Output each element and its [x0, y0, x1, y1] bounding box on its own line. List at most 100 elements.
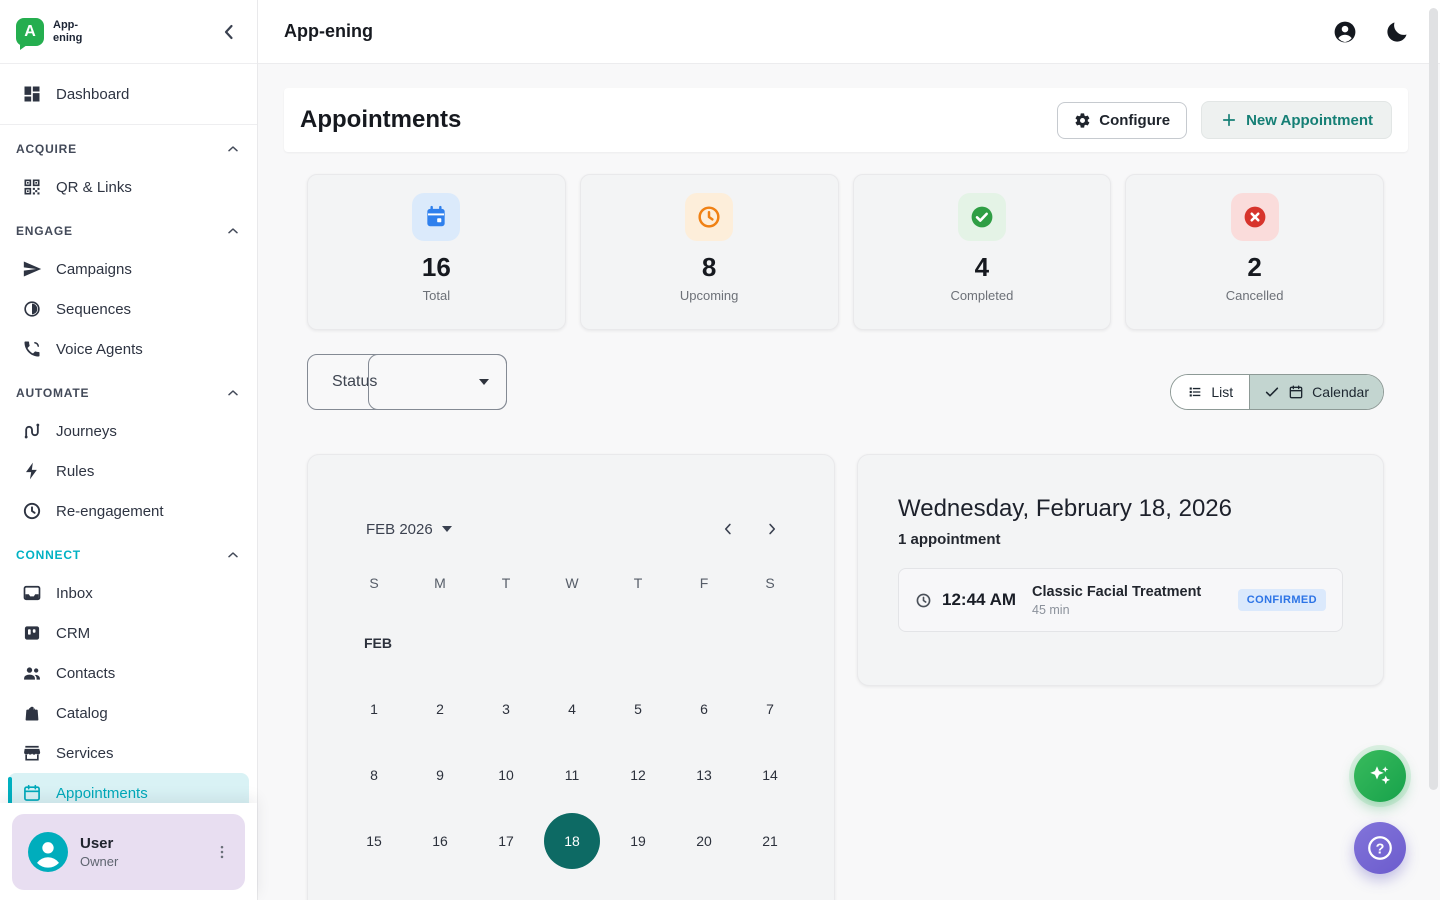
appointment-list: 12:44 AMClassic Facial Treatment45 minCO… [898, 568, 1343, 632]
calendar-outline-icon [22, 783, 42, 803]
calendar-prev-button[interactable] [719, 520, 737, 538]
view-toggle-calendar[interactable]: Calendar [1250, 375, 1383, 409]
stat-card-upcoming[interactable]: 8Upcoming [580, 174, 839, 330]
stat-label: Completed [950, 288, 1013, 303]
calendar-day-2[interactable]: 2 [412, 681, 468, 737]
calendar-day-19[interactable]: 19 [610, 813, 666, 869]
sidebar-item-inbox[interactable]: Inbox [8, 573, 249, 613]
chevron-up-icon[interactable] [225, 223, 241, 239]
dark-mode-moon-icon[interactable] [1384, 19, 1410, 45]
calendar-month-label: FEB 2026 [366, 521, 433, 538]
calendar-day-7[interactable]: 7 [742, 681, 798, 737]
appointment-time: 12:44 AM [942, 590, 1016, 610]
calendar-weekday: T [473, 575, 539, 595]
calendar-day-13[interactable]: 13 [676, 747, 732, 803]
sidebar-item-label: CRM [56, 625, 90, 642]
app-logo-text-line1: App- [53, 19, 82, 31]
configure-button[interactable]: Configure [1057, 102, 1187, 139]
sidebar-section-engage: ENGAGE [8, 213, 249, 249]
calendar-week-row: 891011121314 [341, 742, 801, 808]
sidebar-item-journeys[interactable]: Journeys [8, 411, 249, 451]
calendar-day-1[interactable]: 1 [346, 681, 402, 737]
app-logo-text-line2: ening [53, 32, 82, 44]
stat-card-completed[interactable]: 4Completed [853, 174, 1112, 330]
sidebar-section-connect: CONNECT [8, 537, 249, 573]
user-name: User [80, 835, 118, 852]
calendar-weekday: M [407, 575, 473, 595]
calendar-day-16[interactable]: 16 [412, 813, 468, 869]
calendar-month-selector[interactable]: FEB 2026 [366, 521, 452, 538]
user-menu-button[interactable] [213, 843, 231, 861]
calendar-weekday: S [737, 575, 803, 595]
calendar-day-17[interactable]: 17 [478, 813, 534, 869]
chevron-up-icon[interactable] [225, 547, 241, 563]
sidebar-item-re-engagement[interactable]: Re-engagement [8, 491, 249, 531]
calendar-day-15[interactable]: 15 [346, 813, 402, 869]
appointment-duration: 45 min [1032, 603, 1201, 617]
calendar-day-6[interactable]: 6 [676, 681, 732, 737]
stat-card-cancelled[interactable]: 2Cancelled [1125, 174, 1384, 330]
account-icon[interactable] [1332, 19, 1358, 45]
stat-card-total[interactable]: 16Total [307, 174, 566, 330]
calendar-grid: 123456789101112131415161718192021 [308, 676, 834, 874]
scrollbar-thumb[interactable] [1429, 8, 1438, 790]
crm-icon [22, 623, 42, 643]
calendar-day-8[interactable]: 8 [346, 747, 402, 803]
sidebar-item-services[interactable]: Services [8, 733, 249, 773]
calendar-day-9[interactable]: 9 [412, 747, 468, 803]
appointment-row[interactable]: 12:44 AMClassic Facial Treatment45 minCO… [898, 568, 1343, 632]
calendar-day-18[interactable]: 18 [544, 813, 600, 869]
view-toggle-calendar-label: Calendar [1312, 384, 1369, 400]
sidebar-item-catalog[interactable]: Catalog [8, 693, 249, 733]
sidebar-item-crm[interactable]: CRM [8, 613, 249, 653]
help-icon: ? [1365, 833, 1395, 863]
calendar-day-14[interactable]: 14 [742, 747, 798, 803]
sidebar-section-automate: AUTOMATE [8, 375, 249, 411]
sidebar-item-voice-agents[interactable]: Voice Agents [8, 329, 249, 369]
ai-assistant-button[interactable] [1354, 750, 1406, 802]
calendar-day-4[interactable]: 4 [544, 681, 600, 737]
chevron-up-icon[interactable] [225, 385, 241, 401]
sidebar-collapse-button[interactable] [217, 20, 241, 44]
calendar-day-5[interactable]: 5 [610, 681, 666, 737]
calendar-day-21[interactable]: 21 [742, 813, 798, 869]
clock-icon [22, 501, 42, 521]
calendar-weekday-row: SMTWTFS [308, 575, 834, 595]
stat-value: 16 [422, 252, 451, 283]
calendar-next-button[interactable] [763, 520, 781, 538]
sidebar-item-sequences[interactable]: Sequences [8, 289, 249, 329]
calendar-day-3[interactable]: 3 [478, 681, 534, 737]
sidebar-item-rules[interactable]: Rules [8, 451, 249, 491]
content: Appointments Configure New Appointment 1… [258, 64, 1440, 900]
clock-icon [696, 204, 722, 230]
sidebar-item-label: Services [56, 745, 114, 762]
sidebar-item-contacts[interactable]: Contacts [8, 653, 249, 693]
chevron-up-icon[interactable] [225, 141, 241, 157]
new-appointment-button[interactable]: New Appointment [1201, 101, 1392, 139]
stat-label: Upcoming [680, 288, 739, 303]
sidebar: A App- ening DashboardACQUIREQR & LinksE… [0, 0, 258, 900]
calendar-card: FEB 2026 SMTWTFS FEB 1234567891011121314… [307, 454, 835, 900]
user-card[interactable]: User Owner [12, 814, 245, 890]
view-toggle: List Calendar [1170, 374, 1384, 410]
sidebar-item-qr-links[interactable]: QR & Links [8, 167, 249, 207]
help-button[interactable]: ? [1354, 822, 1406, 874]
view-toggle-list[interactable]: List [1171, 375, 1250, 409]
calendar-day-11[interactable]: 11 [544, 747, 600, 803]
calendar-filled-icon [423, 204, 449, 230]
calendar-weekday: S [341, 575, 407, 595]
gear-icon [1074, 112, 1091, 129]
store-icon [22, 743, 42, 763]
calendar-day-12[interactable]: 12 [610, 747, 666, 803]
page-header-bar: Appointments Configure New Appointment [284, 88, 1408, 152]
calendar-day-10[interactable]: 10 [478, 747, 534, 803]
calendar-weekday: T [605, 575, 671, 595]
sidebar-nav: DashboardACQUIREQR & LinksENGAGECampaign… [0, 64, 257, 900]
inbox-icon [22, 583, 42, 603]
svg-text:?: ? [1376, 841, 1385, 857]
sidebar-item-campaigns[interactable]: Campaigns [8, 249, 249, 289]
day-detail-card: Wednesday, February 18, 2026 1 appointme… [857, 454, 1384, 686]
sidebar-item-dashboard[interactable]: Dashboard [8, 74, 249, 114]
calendar-day-20[interactable]: 20 [676, 813, 732, 869]
status-filter-select[interactable]: Status [307, 354, 507, 410]
